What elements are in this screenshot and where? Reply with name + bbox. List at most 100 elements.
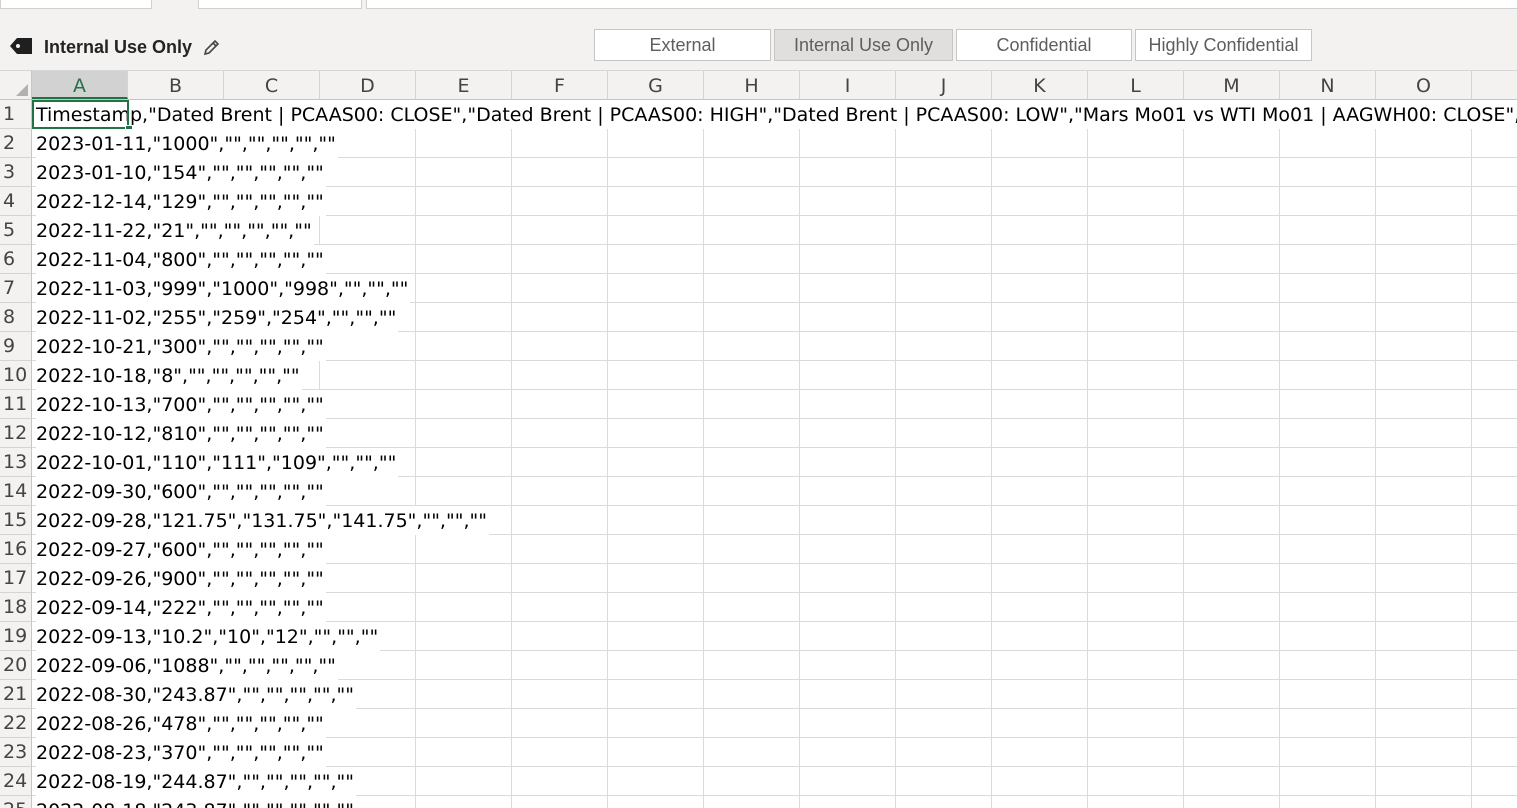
cell-a15[interactable]: 2022-09-28,"121.75","131.75","141.75",""…	[36, 506, 489, 535]
cell-a11[interactable]: 2022-10-13,"700","","","","",""	[36, 390, 326, 419]
row-header[interactable]: 19	[0, 622, 32, 651]
row-header[interactable]: 8	[0, 303, 32, 332]
row-header[interactable]: 22	[0, 709, 32, 738]
name-box[interactable]	[0, 0, 152, 9]
gridline	[1183, 622, 1184, 651]
cell-a24[interactable]: 2022-08-19,"244.87","","","","",""	[36, 767, 357, 796]
gridline	[511, 680, 512, 709]
gridline	[1087, 738, 1088, 767]
gridline	[799, 448, 800, 477]
gridline	[703, 216, 704, 245]
column-header-m[interactable]: M	[1184, 71, 1280, 99]
table-row: 9 2022-10-21,"300","","","","",""	[0, 332, 1517, 361]
column-header-partial[interactable]	[1472, 71, 1517, 99]
gridline	[703, 361, 704, 390]
row-header[interactable]: 6	[0, 245, 32, 274]
row-header[interactable]: 14	[0, 477, 32, 506]
cell-a5[interactable]: 2022-11-22,"21","","","","",""	[36, 216, 314, 245]
formula-input[interactable]	[366, 0, 1517, 9]
cell-a8[interactable]: 2022-11-02,"255","259","254","","",""	[36, 303, 399, 332]
row-header[interactable]: 20	[0, 651, 32, 680]
row-header[interactable]: 3	[0, 158, 32, 187]
column-header-n[interactable]: N	[1280, 71, 1376, 99]
cell-a7[interactable]: 2022-11-03,"999","1000","998","","",""	[36, 274, 411, 303]
gridline	[1375, 593, 1376, 622]
formula-bar-segment[interactable]	[198, 0, 362, 9]
cell-a4[interactable]: 2022-12-14,"129","","","","",""	[36, 187, 326, 216]
column-header-i[interactable]: I	[800, 71, 896, 99]
cell-a16[interactable]: 2022-09-27,"600","","","","",""	[36, 535, 326, 564]
gridline	[799, 477, 800, 506]
sensitivity-option-confidential[interactable]: Confidential	[956, 29, 1132, 61]
cell-a6[interactable]: 2022-11-04,"800","","","","",""	[36, 245, 326, 274]
row-header[interactable]: 24	[0, 767, 32, 796]
column-header-h[interactable]: H	[704, 71, 800, 99]
cell-a25[interactable]: 2022-08-18,"243.87","","","","",""	[36, 796, 357, 808]
row-header[interactable]: 12	[0, 419, 32, 448]
column-header-o[interactable]: O	[1376, 71, 1472, 99]
column-header-b[interactable]: B	[128, 71, 224, 99]
select-all-button[interactable]	[0, 71, 32, 99]
gridline	[1183, 796, 1184, 808]
gridline	[1087, 709, 1088, 738]
row-header[interactable]: 15	[0, 506, 32, 535]
sensitivity-option-highly-confidential[interactable]: Highly Confidential	[1135, 29, 1312, 61]
row-header[interactable]: 4	[0, 187, 32, 216]
cell-a1[interactable]: Timestamp,"Dated Brent | PCAAS00: CLOSE"…	[36, 100, 1517, 129]
row-header[interactable]: 1	[0, 100, 32, 129]
cell-a2[interactable]: 2023-01-11,"1000","","","","",""	[36, 129, 338, 158]
gridline	[703, 448, 704, 477]
row-header[interactable]: 16	[0, 535, 32, 564]
row-header[interactable]: 11	[0, 390, 32, 419]
gridline	[607, 593, 608, 622]
column-header-l[interactable]: L	[1088, 71, 1184, 99]
cell-a21[interactable]: 2022-08-30,"243.87","","","","",""	[36, 680, 357, 709]
cell-a10[interactable]: 2022-10-18,"8","","","","",""	[36, 361, 302, 390]
column-header-d[interactable]: D	[320, 71, 416, 99]
row-header[interactable]: 17	[0, 564, 32, 593]
cell-a18[interactable]: 2022-09-14,"222","","","","",""	[36, 593, 326, 622]
sensitivity-option-external[interactable]: External	[594, 29, 771, 61]
row-header[interactable]: 5	[0, 216, 32, 245]
gridline	[607, 535, 608, 564]
column-header-a[interactable]: A	[32, 71, 128, 99]
row-header[interactable]: 21	[0, 680, 32, 709]
sensitivity-option-internal-use-only[interactable]: Internal Use Only	[774, 29, 953, 61]
gridline	[1279, 187, 1280, 216]
cell-a23[interactable]: 2022-08-23,"370","","","","",""	[36, 738, 326, 767]
cell-a12[interactable]: 2022-10-12,"810","","","","",""	[36, 419, 326, 448]
row-header[interactable]: 10	[0, 361, 32, 390]
current-sensitivity-label: Internal Use Only	[44, 37, 193, 57]
cell-a22[interactable]: 2022-08-26,"478","","","","",""	[36, 709, 326, 738]
column-header-e[interactable]: E	[416, 71, 512, 99]
gridline	[1087, 332, 1088, 361]
row-header[interactable]: 7	[0, 274, 32, 303]
column-header-g[interactable]: G	[608, 71, 704, 99]
cell-a14[interactable]: 2022-09-30,"600","","","","",""	[36, 477, 326, 506]
column-header-k[interactable]: K	[992, 71, 1088, 99]
row-header[interactable]: 9	[0, 332, 32, 361]
column-header-c[interactable]: C	[224, 71, 320, 99]
cell-a17[interactable]: 2022-09-26,"900","","","","",""	[36, 564, 326, 593]
spreadsheet-grid[interactable]: ABCDEFGHIJKLMNO 1 Timestamp,"Dated Brent …	[0, 71, 1517, 808]
gridline	[991, 303, 992, 332]
cell-a20[interactable]: 2022-09-06,"1088","","","","",""	[36, 651, 338, 680]
gridline	[607, 622, 608, 651]
gridline	[511, 361, 512, 390]
cell-a9[interactable]: 2022-10-21,"300","","","","",""	[36, 332, 326, 361]
pencil-icon[interactable]	[202, 37, 222, 57]
cell-a3[interactable]: 2023-01-10,"154","","","","",""	[36, 158, 326, 187]
gridline	[1471, 593, 1472, 622]
row-header[interactable]: 25	[0, 796, 32, 808]
gridline	[1087, 245, 1088, 274]
cell-a19[interactable]: 2022-09-13,"10.2","10","12","","",""	[36, 622, 381, 651]
row-header[interactable]: 18	[0, 593, 32, 622]
table-row: 16 2022-09-27,"600","","","","",""	[0, 535, 1517, 564]
cell-a13[interactable]: 2022-10-01,"110","111","109","","",""	[36, 448, 399, 477]
row-header[interactable]: 13	[0, 448, 32, 477]
column-header-f[interactable]: F	[512, 71, 608, 99]
row-header[interactable]: 23	[0, 738, 32, 767]
column-header-j[interactable]: J	[896, 71, 992, 99]
gridline	[511, 158, 512, 187]
row-header[interactable]: 2	[0, 129, 32, 158]
